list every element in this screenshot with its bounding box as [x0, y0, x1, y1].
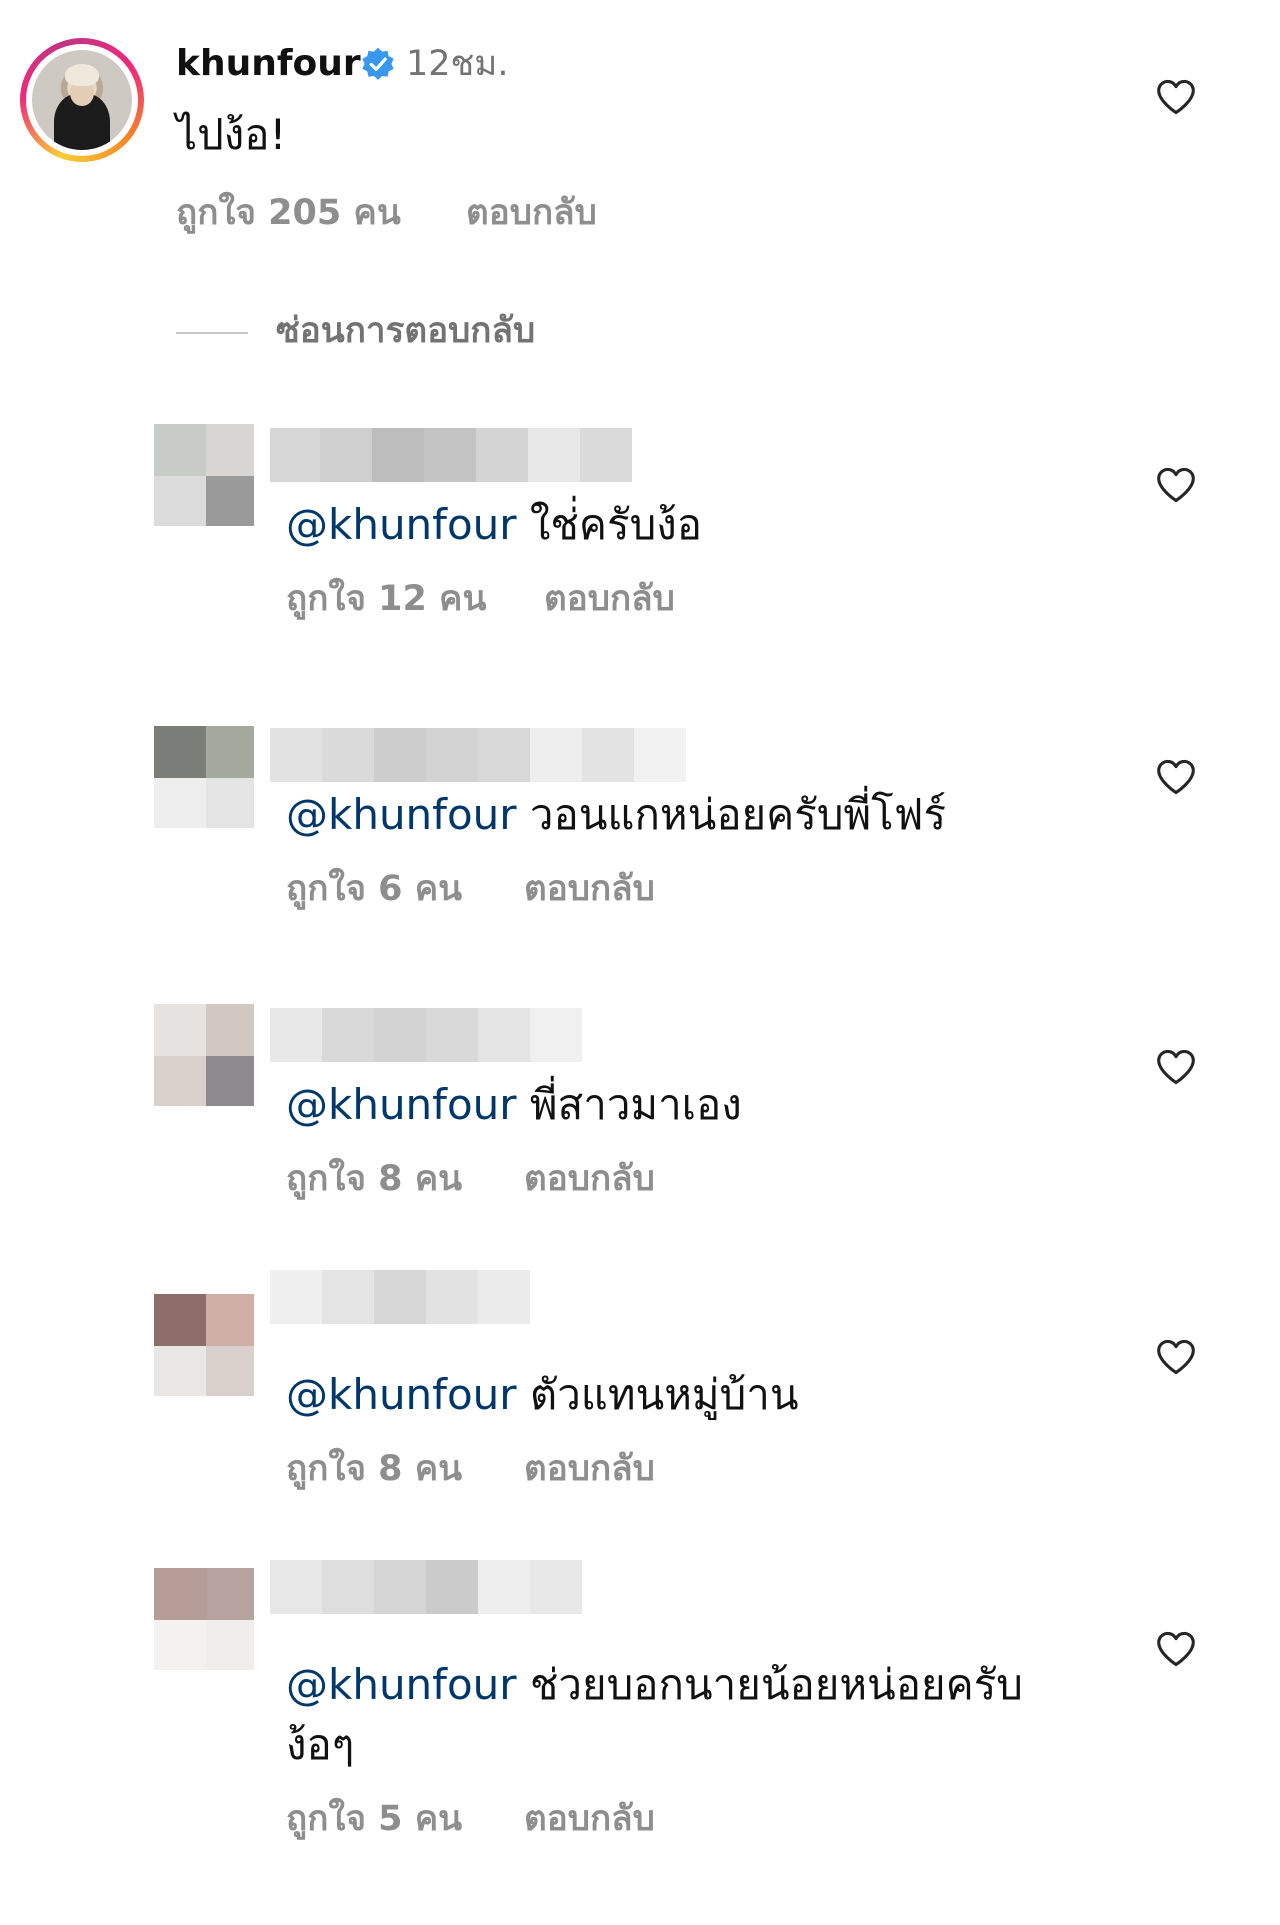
verified-badge-icon: [362, 47, 394, 80]
reply-button[interactable]: ตอบกลับ: [524, 1796, 655, 1842]
like-heart-icon[interactable]: [1155, 78, 1197, 116]
reply-button[interactable]: ตอบกลับ: [466, 190, 597, 236]
reply-button[interactable]: ตอบกลับ: [524, 866, 655, 912]
reply-like-count[interactable]: ถูกใจ 5 คน: [286, 1796, 462, 1842]
comment-username[interactable]: khunfour: [176, 40, 361, 88]
username-blurred[interactable]: [270, 1270, 530, 1324]
username-blurred[interactable]: [270, 1560, 582, 1614]
reply-button[interactable]: ตอบกลับ: [524, 1156, 655, 1202]
like-heart-icon[interactable]: [1155, 466, 1197, 504]
story-ring-avatar[interactable]: [20, 38, 144, 162]
mention-link[interactable]: @khunfour: [286, 1370, 517, 1419]
comment-timestamp: 12ชม.: [406, 44, 509, 84]
reply-like-count[interactable]: ถูกใจ 8 คน: [286, 1156, 462, 1202]
reply-text: @khunfour ใช่่ครับง้อ: [286, 500, 702, 549]
mention-link[interactable]: @khunfour: [286, 1080, 517, 1129]
mention-link[interactable]: @khunfour: [286, 1660, 517, 1709]
reply-like-count[interactable]: ถูกใจ 12 คน: [286, 576, 486, 622]
avatar[interactable]: [154, 1004, 254, 1106]
avatar[interactable]: [154, 1294, 254, 1396]
avatar[interactable]: [154, 1568, 254, 1670]
like-heart-icon[interactable]: [1155, 1338, 1197, 1376]
reply-text: @khunfour ตัวแทนหมู่บ้าน: [286, 1370, 799, 1419]
reply-button[interactable]: ตอบกลับ: [544, 576, 675, 622]
avatar[interactable]: [154, 726, 254, 828]
reply-text: @khunfour วอนแกหน่อยครับพี่โฟร์: [286, 790, 947, 839]
username-blurred[interactable]: [270, 1008, 582, 1062]
reply-text: @khunfour ช่วยบอกนายน้อยหน่อยครับ ง้อๆ: [286, 1660, 1023, 1769]
avatar[interactable]: [154, 424, 254, 526]
reply-like-count[interactable]: ถูกใจ 8 คน: [286, 1446, 462, 1492]
hide-replies-divider: [176, 332, 248, 334]
avatar: [32, 50, 132, 150]
reply-text: @khunfour พี่สาวมาเอง: [286, 1080, 742, 1129]
username-blurred[interactable]: [270, 728, 686, 782]
reply-like-count[interactable]: ถูกใจ 6 คน: [286, 866, 462, 912]
like-heart-icon[interactable]: [1155, 1630, 1197, 1668]
like-heart-icon[interactable]: [1155, 758, 1197, 796]
comment-text: ไปง้อ!: [176, 110, 287, 159]
comment-like-count[interactable]: ถูกใจ 205 คน: [176, 190, 401, 236]
reply-button[interactable]: ตอบกลับ: [524, 1446, 655, 1492]
mention-link[interactable]: @khunfour: [286, 500, 517, 549]
like-heart-icon[interactable]: [1155, 1048, 1197, 1086]
hide-replies-button[interactable]: ซ่อนการตอบกลับ: [276, 308, 535, 354]
username-blurred[interactable]: [270, 428, 632, 482]
mention-link[interactable]: @khunfour: [286, 790, 517, 839]
